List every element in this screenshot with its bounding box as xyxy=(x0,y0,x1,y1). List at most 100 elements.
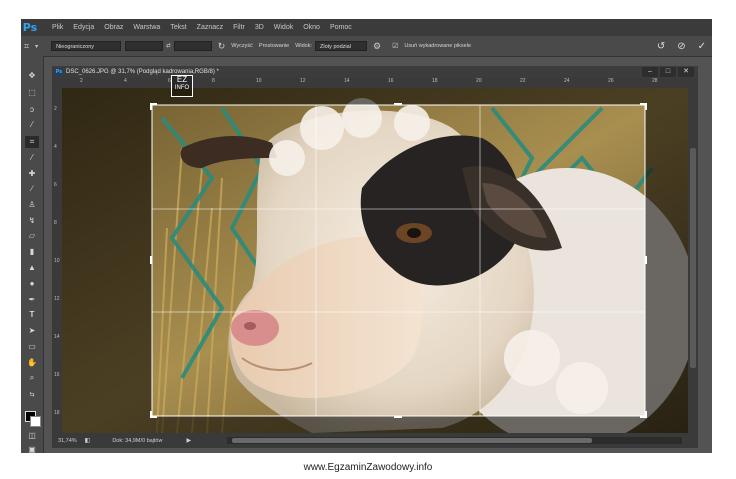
blur-icon[interactable]: ▲ xyxy=(25,262,39,274)
crop-icon[interactable]: ⌗ xyxy=(24,41,29,52)
chevron-down-icon[interactable]: ▾ xyxy=(35,43,38,50)
straighten-button[interactable]: Prostowanie xyxy=(259,43,289,49)
document-title: DSC_0626.JPG @ 31,7% (Podgląd kadrowania… xyxy=(66,69,219,75)
photo-crop-preview xyxy=(62,88,688,433)
commit-controls: ↺ ⊘ ✓ xyxy=(651,36,712,56)
crop-tool-icon[interactable]: ⌗ xyxy=(25,136,39,148)
ruler-tick-label: 20 xyxy=(476,78,482,84)
brush-icon[interactable]: ∕ xyxy=(25,183,39,195)
menu-bar: Ps Plik Edycja Obraz Warstwa Tekst Zaznacz Fil… xyxy=(21,19,712,36)
document-tab[interactable]: Ps DSC_0626.JPG @ 31,7% (Podgląd kadrowa… xyxy=(52,66,698,78)
vertical-scrollbar[interactable] xyxy=(688,88,698,433)
watermark-logo: EZ INFO xyxy=(171,75,193,97)
quick-mask-icon[interactable]: ◫ xyxy=(25,430,39,442)
zoom-level[interactable]: 31,74% xyxy=(58,438,77,444)
menu-item[interactable]: Edycja xyxy=(68,24,99,31)
clear-button[interactable]: Wyczyść xyxy=(231,43,253,49)
magic-wand-icon[interactable]: ⁄ xyxy=(25,119,39,131)
status-menu-icon[interactable]: ◧ xyxy=(85,437,91,444)
eraser-icon[interactable]: ▱ xyxy=(25,230,39,242)
ruler-tick-label: 18 xyxy=(54,410,60,416)
vertical-scroll-thumb[interactable] xyxy=(690,148,696,368)
ruler-tick-label: 12 xyxy=(54,296,60,302)
menu-item[interactable]: Zaznacz xyxy=(192,24,228,31)
watermark-logo-line1: EZ xyxy=(176,75,188,84)
ruler-tick-label: 26 xyxy=(608,78,614,84)
status-bar: 31,74% ◧ Dok: 34,9M/0 bajtów ▶ xyxy=(52,433,698,448)
lasso-icon[interactable]: ↄ xyxy=(25,104,39,116)
hand-icon[interactable]: ✋ xyxy=(25,357,39,369)
ruler-tick-label: 28 xyxy=(652,78,658,84)
ruler-tick-label: 10 xyxy=(256,78,262,84)
checkbox-icon[interactable]: ☑ xyxy=(392,42,398,50)
ruler-tick-label: 8 xyxy=(54,220,57,226)
ruler-tick-label: 6 xyxy=(54,182,57,188)
zoom-icon[interactable]: ⌕ xyxy=(25,372,39,384)
ruler-tick-label: 24 xyxy=(564,78,570,84)
swap-icon[interactable]: ⇄ xyxy=(166,43,171,49)
maximize-icon[interactable]: □ xyxy=(660,67,676,77)
ruler-corner[interactable] xyxy=(52,78,62,88)
document-info: Dok: 34,9M/0 bajtów xyxy=(112,437,163,444)
image-canvas[interactable] xyxy=(62,88,688,433)
menu-item[interactable]: Filtr xyxy=(228,24,250,31)
move-icon[interactable]: ✥ xyxy=(25,70,39,82)
menu-item[interactable]: Pomoc xyxy=(325,24,357,31)
close-icon[interactable]: ✕ xyxy=(678,67,694,77)
path-select-icon[interactable]: ➤ xyxy=(25,325,39,337)
ruler-tick-label: 16 xyxy=(54,372,60,378)
reset-icon[interactable]: ↺ xyxy=(657,41,665,52)
type-icon[interactable]: T xyxy=(25,309,39,321)
ruler-tick-label: 2 xyxy=(54,106,57,112)
tools-panel: ✥ ⬚ ↄ ⁄ ⌗ ⁄ ✚ ∕ ♙ ↯ ▱ ▮ ▲ ● ✒ T ➤ ▭ ✋ ⌕ … xyxy=(21,56,44,453)
ruler-tick-label: 18 xyxy=(432,78,438,84)
photo-layer xyxy=(62,88,688,433)
document-window: Ps DSC_0626.JPG @ 31,7% (Podgląd kadrowa… xyxy=(52,66,698,448)
horizontal-scrollbar[interactable] xyxy=(227,437,682,444)
eyedropper-icon[interactable]: ⁄ xyxy=(25,152,39,164)
menu-item[interactable]: Widok xyxy=(269,24,298,31)
cancel-icon[interactable]: ⊘ xyxy=(677,41,685,52)
history-brush-icon[interactable]: ↯ xyxy=(25,215,39,227)
commit-icon[interactable]: ✓ xyxy=(698,41,706,52)
shape-icon[interactable]: ▭ xyxy=(25,341,39,353)
rotate-icon[interactable]: ↻ xyxy=(218,41,226,52)
background-color-swatch[interactable] xyxy=(30,416,41,427)
ruler-tick-label: 14 xyxy=(54,334,60,340)
height-input[interactable] xyxy=(173,41,212,51)
menu-item[interactable]: Tekst xyxy=(165,24,191,31)
stamp-icon[interactable]: ♙ xyxy=(25,199,39,211)
horizontal-scroll-thumb[interactable] xyxy=(232,438,592,443)
ruler-tick-label: 10 xyxy=(54,258,60,264)
ps-document-icon: Ps xyxy=(55,68,63,76)
menu-item[interactable]: Obraz xyxy=(99,24,128,31)
main-menu: Plik Edycja Obraz Warstwa Tekst Zaznacz Filtr 3… xyxy=(47,24,357,31)
settings-icon[interactable]: ⚙ xyxy=(373,41,381,52)
delete-pixels-label: Usuń wykadrowane piksele xyxy=(404,43,472,49)
menu-item[interactable]: Okno xyxy=(298,24,325,31)
minimize-icon[interactable]: – xyxy=(642,67,658,77)
marquee-icon[interactable]: ⬚ xyxy=(25,87,39,99)
app-logo: Ps xyxy=(22,21,38,34)
ratio-select[interactable]: Nieograniczony xyxy=(51,41,122,51)
ruler-tick-label: 8 xyxy=(212,78,215,84)
width-input[interactable] xyxy=(125,41,164,51)
dodge-icon[interactable]: ● xyxy=(25,278,39,290)
healing-icon[interactable]: ✚ xyxy=(25,168,39,180)
menu-item[interactable]: Warstwa xyxy=(128,24,165,31)
menu-item[interactable]: 3D xyxy=(250,24,269,31)
swap-colors-icon[interactable]: ⇆ xyxy=(25,389,39,401)
view-select[interactable]: Zloty podzial xyxy=(315,41,367,51)
status-arrow-icon[interactable]: ▶ xyxy=(186,437,191,444)
photoshop-window: Ps Plik Edycja Obraz Warstwa Tekst Zaznacz Fil… xyxy=(21,19,712,453)
ruler-tick-label: 4 xyxy=(54,144,57,150)
view-label: Widok: xyxy=(295,43,312,49)
gradient-icon[interactable]: ▮ xyxy=(25,246,39,258)
ruler-tick-label: 2 xyxy=(80,78,83,84)
options-bar: ⌗ ▾ Nieograniczony ⇄ ↻ Wyczyść Prostowan… xyxy=(21,36,712,57)
screen-mode-icon[interactable]: ▣ xyxy=(25,444,39,453)
pen-icon[interactable]: ✒ xyxy=(25,294,39,306)
ruler-tick-label: 14 xyxy=(344,78,350,84)
menu-item[interactable]: Plik xyxy=(47,24,68,31)
source-url: www.EgzaminZawodowy.info xyxy=(303,462,433,473)
